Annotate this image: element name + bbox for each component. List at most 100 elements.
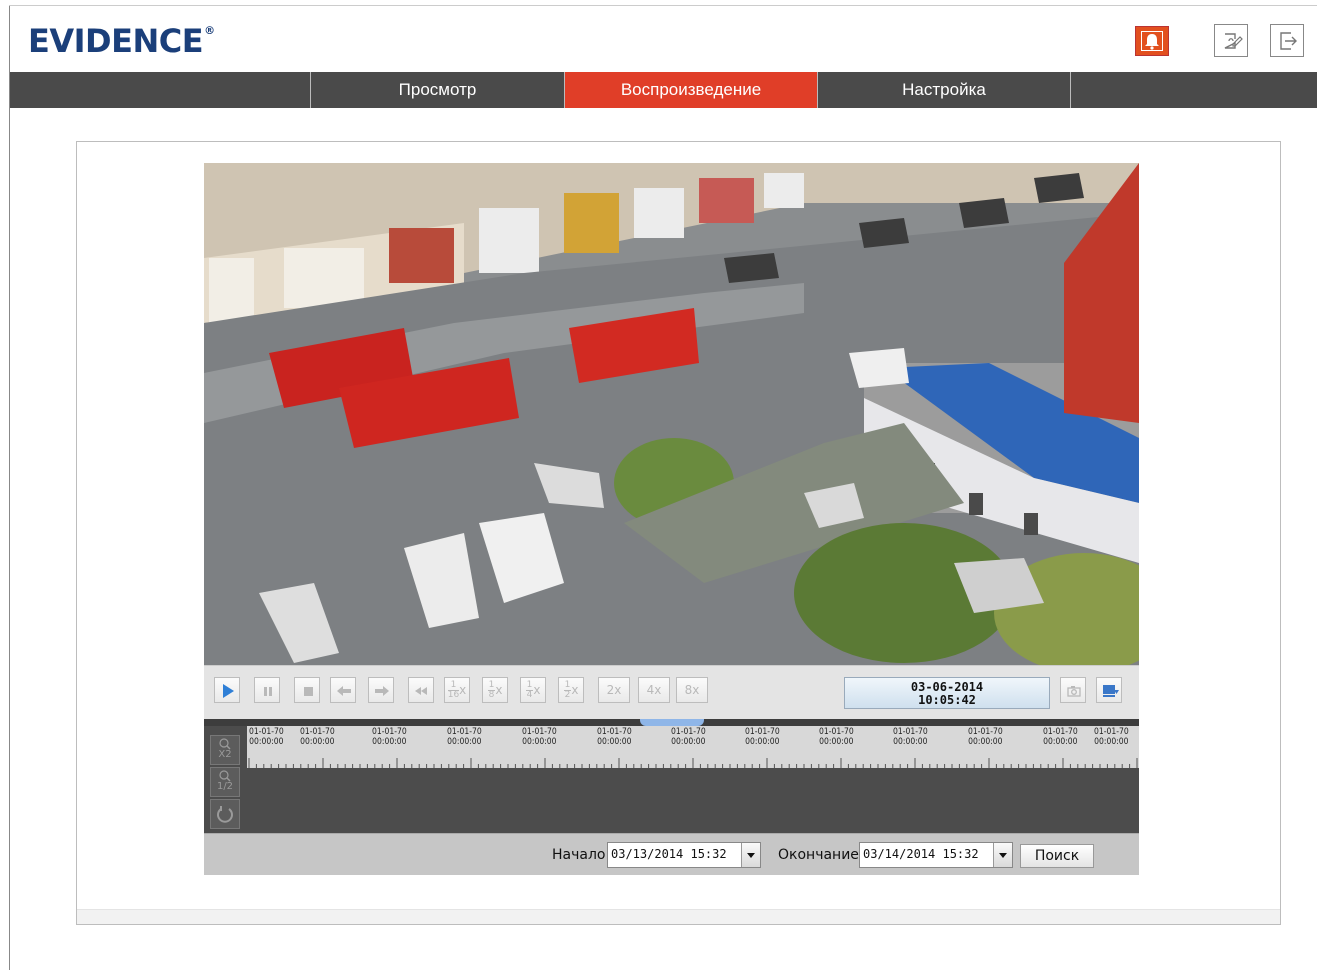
timeline-label-time: 00:00:00 — [300, 737, 335, 747]
timeline-label-date: 01-01-70 — [1043, 727, 1078, 737]
timeline-scale[interactable]: 01-01-70 00:00:00 01-01-70 00:00:00 01-01-70… — [247, 726, 1139, 768]
download-button[interactable] — [1096, 677, 1122, 703]
panel-footer — [77, 909, 1280, 924]
camera-icon — [1067, 686, 1081, 697]
timeline-label-time: 00:00:00 — [597, 737, 632, 747]
pause-icon — [264, 687, 272, 696]
main-navigation: Просмотр Воспроизведение Настройка — [10, 72, 1317, 108]
timeline-label: 01-01-70 00:00:00 — [249, 727, 284, 747]
tab-view[interactable]: Просмотр — [311, 72, 564, 108]
zoom-in-button[interactable]: X2 — [210, 735, 240, 765]
timeline-label: 01-01-70 00:00:00 — [671, 727, 706, 747]
end-datetime-value: 03/14/2014 15:32 — [863, 847, 979, 861]
speed-suffix: x — [495, 683, 503, 697]
timeline-label: 01-01-70 00:00:00 — [372, 727, 407, 747]
timeline-label-time: 00:00:00 — [1043, 737, 1078, 747]
step-back-button[interactable] — [330, 677, 356, 703]
nav-separator — [1070, 72, 1071, 108]
timeline-label: 01-01-70 00:00:00 — [1094, 727, 1129, 747]
playback-time: 10:05:42 — [918, 693, 976, 707]
logout-icon — [1280, 32, 1297, 50]
rewind-icon — [415, 687, 427, 695]
timeline-label: 01-01-70 00:00:00 — [1043, 727, 1078, 747]
speed-4x-button[interactable]: 4x — [638, 677, 670, 703]
window-frame-left — [9, 5, 10, 970]
refresh-icon — [217, 806, 233, 823]
timeline-label: 01-01-70 00:00:00 — [300, 727, 335, 747]
timeline-label-date: 01-01-70 — [893, 727, 928, 737]
speed-1-4-button[interactable]: 14x — [520, 677, 546, 703]
user-edit-icon — [1224, 33, 1243, 49]
snapshot-button[interactable] — [1060, 677, 1086, 703]
download-icon — [1103, 685, 1119, 697]
rewind-button[interactable] — [408, 677, 434, 703]
camera-frame-image — [204, 163, 1139, 665]
play-button[interactable] — [214, 677, 240, 703]
timeline-label-date: 01-01-70 — [671, 727, 706, 737]
zoom-out-button[interactable]: 1/2 — [210, 767, 240, 797]
speed-suffix: x — [571, 683, 579, 697]
step-forward-button[interactable] — [368, 677, 394, 703]
alarm-button[interactable] — [1135, 26, 1169, 56]
chevron-down-icon[interactable] — [741, 843, 760, 867]
logout-button[interactable] — [1270, 24, 1304, 57]
timeline-label-time: 00:00:00 — [745, 737, 780, 747]
timeline-label: 01-01-70 00:00:00 — [819, 727, 854, 747]
pause-button[interactable] — [254, 677, 280, 703]
bell-icon — [1145, 34, 1159, 50]
evidence-logo: EVIDENCE® — [28, 22, 215, 60]
zoom-out-label: 1/2 — [216, 781, 234, 792]
timeline-label-time: 00:00:00 — [1094, 737, 1129, 747]
timeline-label: 01-01-70 00:00:00 — [597, 727, 632, 747]
stop-button[interactable] — [294, 677, 320, 703]
chevron-down-icon[interactable] — [993, 843, 1012, 867]
tab-playback[interactable]: Воспроизведение — [565, 72, 817, 108]
playback-controls: 1 16 x 18x 14x 12x 2x 4x 8x 03-06-2014 10:… — [204, 665, 1139, 720]
step-back-icon — [337, 686, 351, 696]
timeline-label: 01-01-70 00:00:00 — [893, 727, 928, 747]
speed-suffix: x — [533, 683, 541, 697]
video-player[interactable] — [204, 163, 1139, 665]
timeline-label: 01-01-70 00:00:00 — [745, 727, 780, 747]
speed-8x-button[interactable]: 8x — [676, 677, 708, 703]
timeline-position-handle[interactable] — [640, 719, 704, 726]
timeline-label-date: 01-01-70 — [597, 727, 632, 737]
end-datetime-select[interactable]: 03/14/2014 15:32 — [859, 842, 1013, 868]
timeline-ticks — [248, 758, 1138, 768]
speed-1-16-button[interactable]: 1 16 x — [444, 677, 470, 703]
speed-1-2-button[interactable]: 12x — [558, 677, 584, 703]
timeline-label-date: 01-01-70 — [819, 727, 854, 737]
speed-suffix: x — [459, 683, 467, 697]
timeline-label-time: 00:00:00 — [893, 737, 928, 747]
timeline-reset-button[interactable] — [210, 799, 240, 829]
timeline-label-time: 00:00:00 — [372, 737, 407, 747]
timeline-label-time: 00:00:00 — [968, 737, 1003, 747]
search-button[interactable]: Поиск — [1020, 844, 1094, 868]
timeline-label-date: 01-01-70 — [447, 727, 482, 737]
timeline-label: 01-01-70 00:00:00 — [968, 727, 1003, 747]
speed-denominator: 16 — [447, 690, 460, 700]
timeline-label-time: 00:00:00 — [522, 737, 557, 747]
logo-registered-mark: ® — [204, 24, 215, 37]
start-datetime-select[interactable]: 03/13/2014 15:32 — [607, 842, 761, 868]
speed-2x-button[interactable]: 2x — [598, 677, 630, 703]
start-label: Начало — [552, 847, 606, 863]
step-forward-icon — [375, 686, 389, 696]
timeline[interactable]: 01-01-70 00:00:00 01-01-70 00:00:00 01-01-70… — [204, 719, 1139, 833]
timeline-label: 01-01-70 00:00:00 — [522, 727, 557, 747]
edit-user-button[interactable] — [1214, 24, 1248, 57]
zoom-in-label: X2 — [218, 749, 232, 760]
timeline-label-time: 00:00:00 — [819, 737, 854, 747]
window-frame-top — [9, 5, 1317, 6]
tab-settings[interactable]: Настройка — [818, 72, 1070, 108]
timeline-label: 01-01-70 00:00:00 — [447, 727, 482, 747]
logo-text: EVIDENCE — [28, 22, 204, 60]
timeline-label-date: 01-01-70 — [372, 727, 407, 737]
timeline-label-date: 01-01-70 — [1094, 727, 1129, 737]
play-icon — [223, 684, 234, 698]
stop-icon — [304, 687, 313, 696]
timeline-label-date: 01-01-70 — [300, 727, 335, 737]
timeline-label-date: 01-01-70 — [968, 727, 1003, 737]
speed-1-8-button[interactable]: 18x — [482, 677, 508, 703]
speed-fraction: 1 16 — [447, 681, 460, 700]
